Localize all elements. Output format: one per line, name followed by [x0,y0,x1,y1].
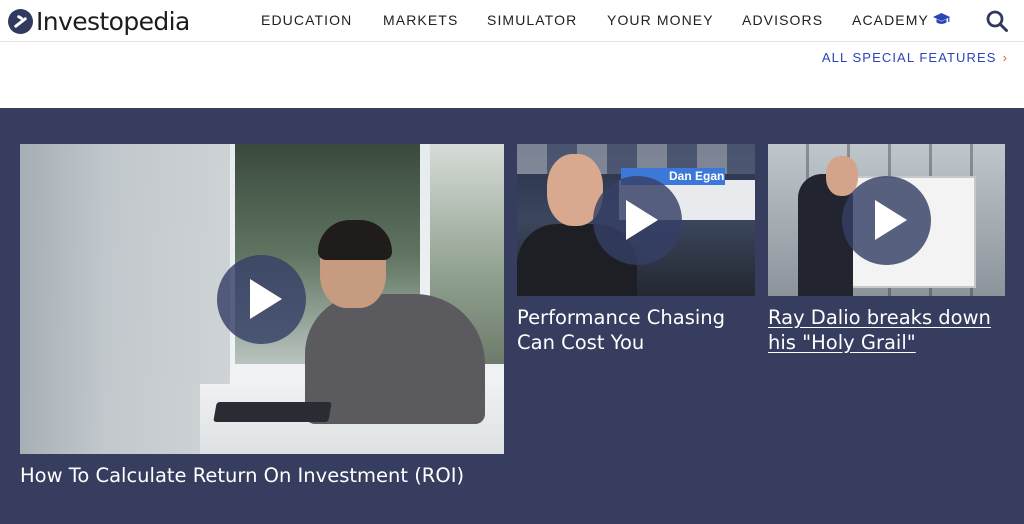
logo-mark-icon [8,8,33,34]
thumb-person-body [305,294,485,424]
nav-simulator[interactable]: SIMULATOR [487,12,577,28]
nav-academy-label: ACADEMY [852,12,929,28]
nav-advisors[interactable]: ADVISORS [742,12,823,28]
nav-your-money[interactable]: YOUR MONEY [607,12,714,28]
thumb-keyboard [213,402,332,422]
investopedia-logo[interactable]: Investopedia [8,6,190,36]
graduation-cap-icon [932,13,950,29]
logo-text: Investopedia [36,6,190,36]
nav-education[interactable]: EDUCATION [261,12,352,28]
play-icon[interactable] [593,176,682,265]
video-title-performance-chasing[interactable]: Performance Chasing Can Cost You [517,305,757,355]
search-icon[interactable] [985,9,1009,33]
video-title-roi[interactable]: How To Calculate Return On Investment (R… [20,463,510,488]
video-thumbnail-ray-dalio[interactable] [768,144,1005,296]
all-special-features-label: ALL SPECIAL FEATURES [821,50,997,65]
all-special-features-link[interactable]: ALL SPECIAL FEATURES › [822,50,1008,65]
video-thumbnail-performance-chasing[interactable]: Dan Egan [517,144,755,296]
thumb-bg-blur [20,144,230,454]
nav-markets[interactable]: MARKETS [383,12,458,28]
video-band: How To Calculate Return On Investment (R… [0,108,1024,524]
video-title-ray-dalio[interactable]: Ray Dalio breaks down his "Holy Grail" [768,305,1008,355]
video-thumbnail-roi[interactable] [20,144,504,454]
play-icon[interactable] [842,176,931,265]
play-icon[interactable] [217,255,306,344]
top-header: Investopedia EDUCATION MARKETS SIMULATOR… [0,0,1024,42]
nav-academy[interactable]: ACADEMY [852,12,950,29]
chevron-right-icon: › [1002,50,1008,65]
